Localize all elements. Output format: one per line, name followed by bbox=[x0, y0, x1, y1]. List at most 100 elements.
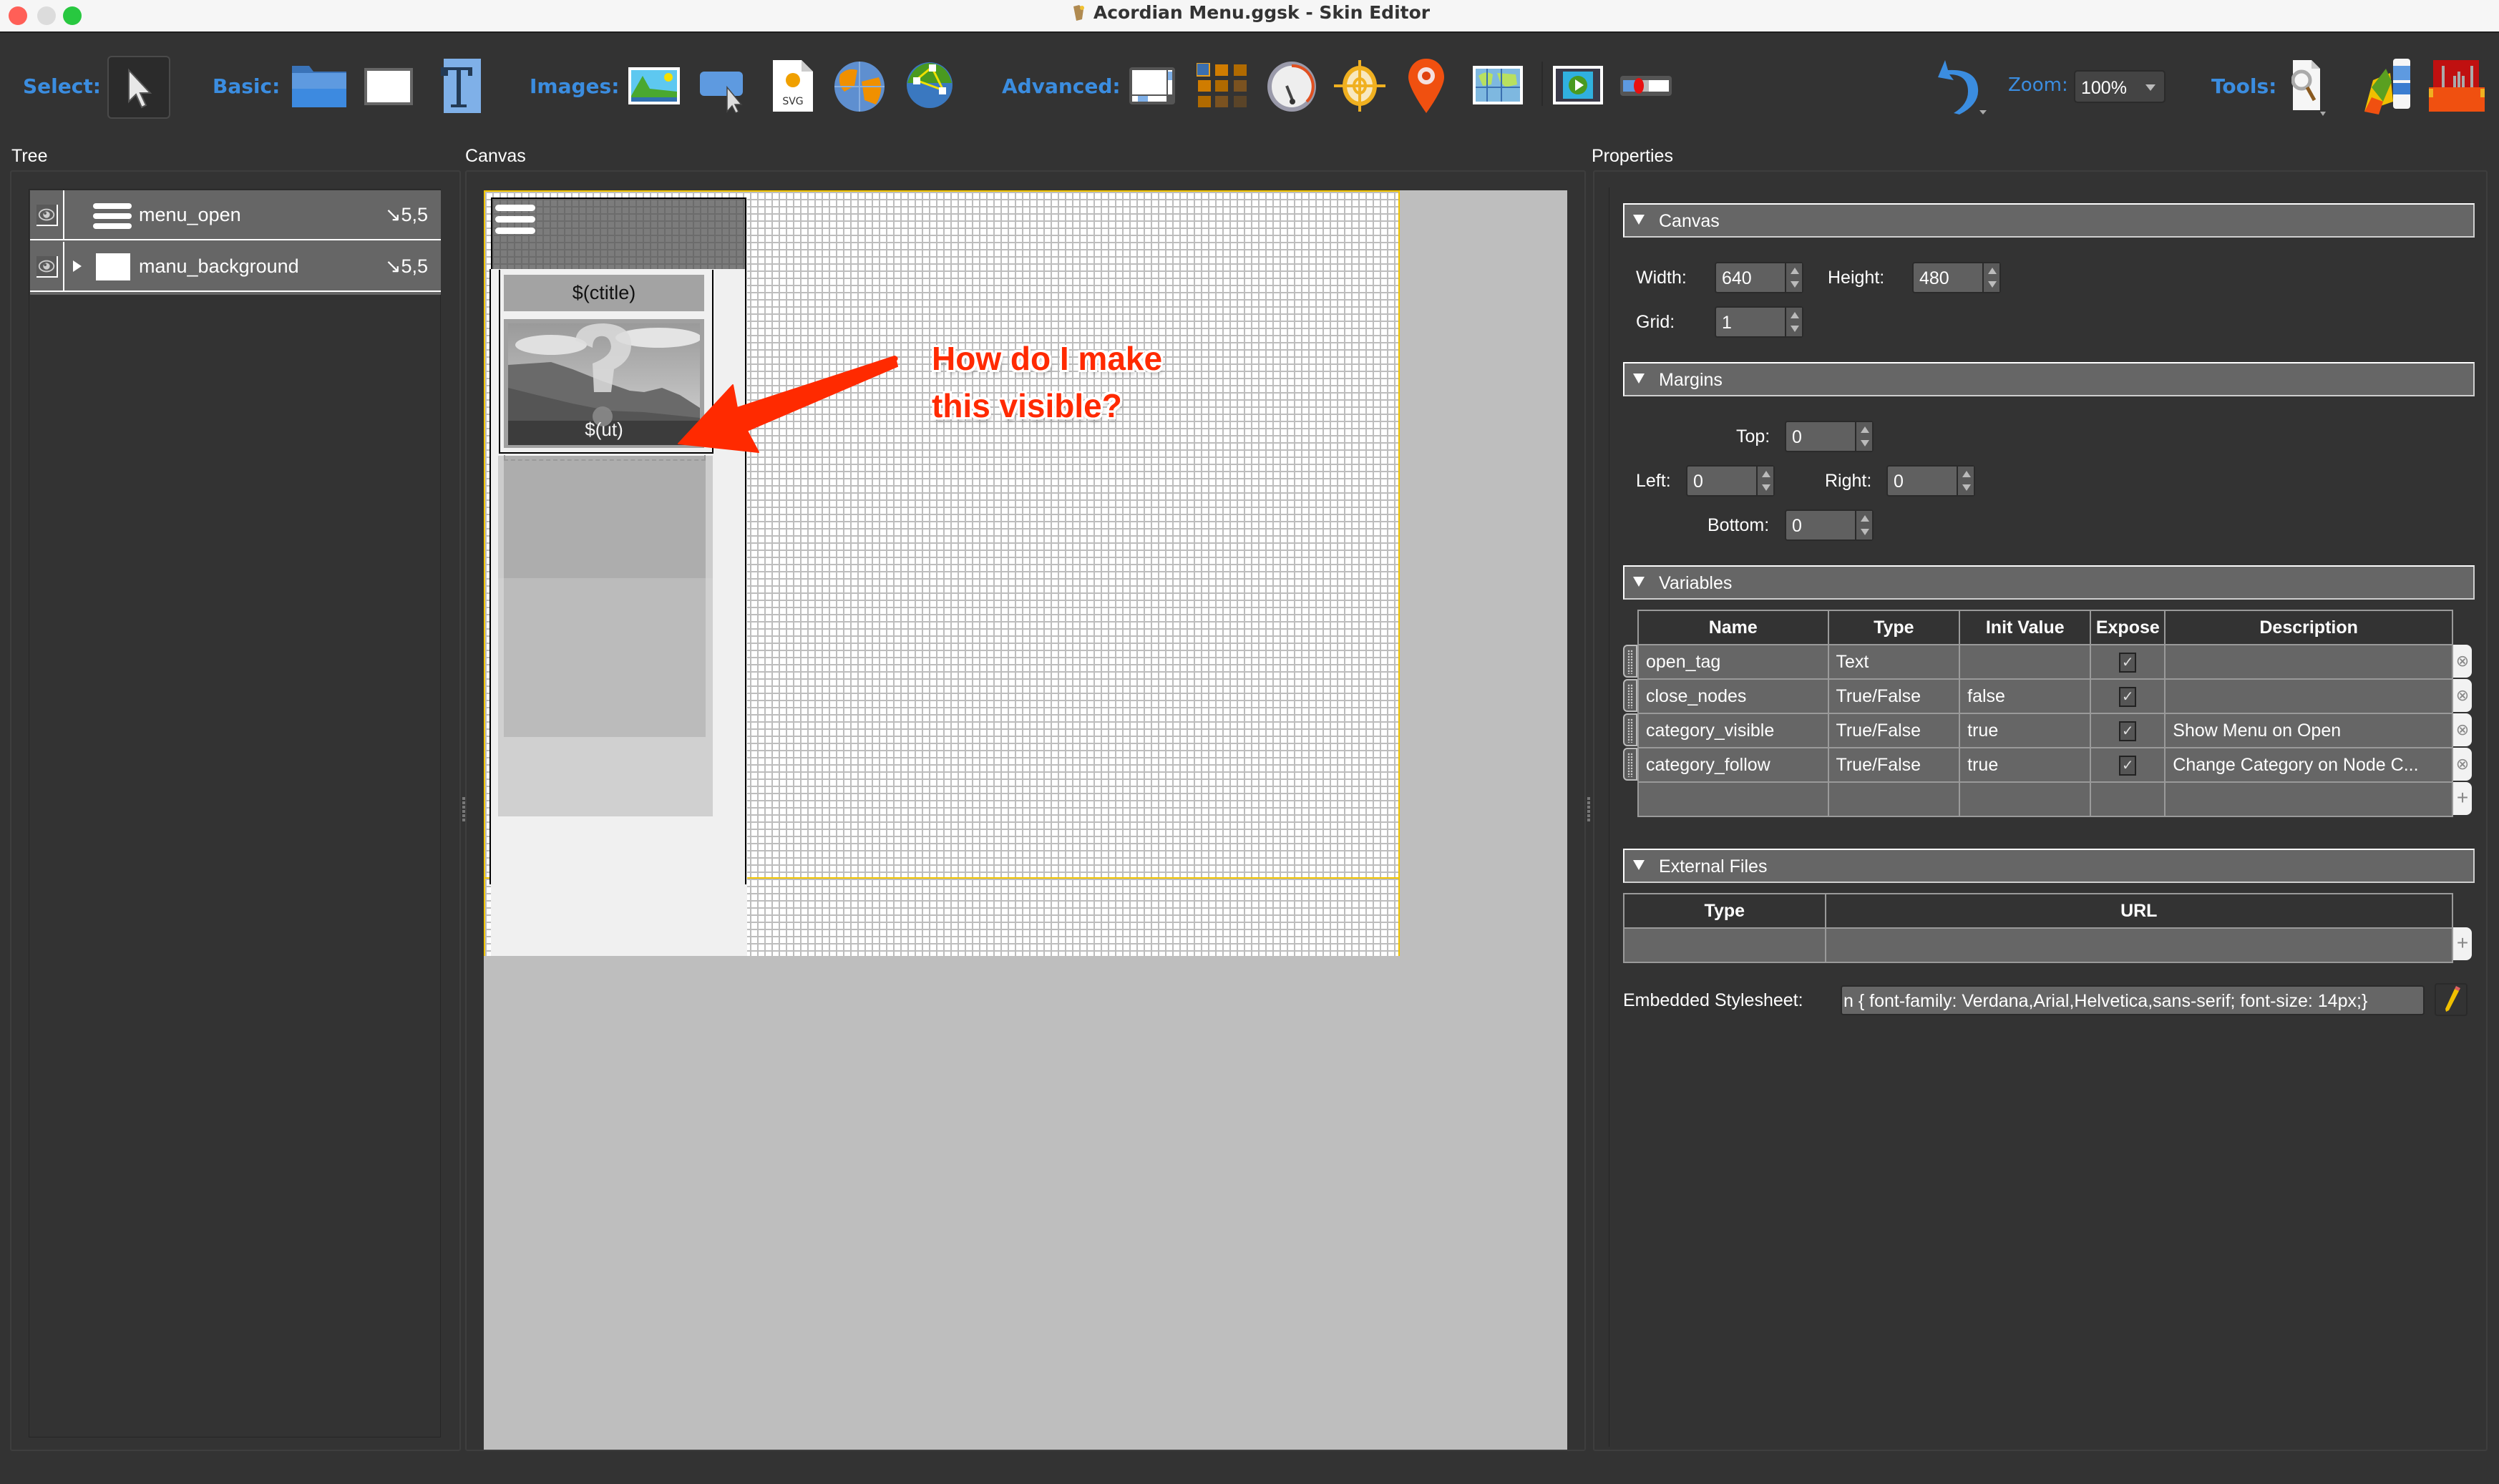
margin-top-stepper[interactable] bbox=[1855, 422, 1872, 451]
column-header[interactable]: Type bbox=[1623, 893, 1826, 929]
tree-item-menu-open[interactable]: menu_open ↘5,5 bbox=[30, 190, 441, 240]
variable-type[interactable]: True/False bbox=[1827, 678, 1961, 714]
rectangle-icon[interactable] bbox=[364, 67, 414, 106]
canvas-section-header[interactable]: Canvas bbox=[1623, 203, 2475, 238]
add-external-file-icon[interactable]: + bbox=[2453, 927, 2472, 960]
variable-row[interactable]: category_follow True/False true ✓ Change… bbox=[1637, 747, 2453, 783]
variable-description[interactable]: Change Category on Node C... bbox=[2164, 747, 2453, 783]
expose-checkbox[interactable]: ✓ bbox=[2119, 721, 2137, 741]
inspect-file-icon[interactable] bbox=[2291, 59, 2349, 116]
eye-icon[interactable] bbox=[36, 256, 58, 278]
delete-row-icon[interactable]: ⊗ bbox=[2453, 679, 2472, 712]
column-header[interactable]: Type bbox=[1827, 610, 1961, 645]
undo-icon[interactable] bbox=[1935, 57, 1988, 117]
width-input[interactable]: 640 bbox=[1715, 262, 1803, 293]
margin-right-stepper[interactable] bbox=[1957, 467, 1974, 495]
variable-description[interactable] bbox=[2164, 678, 2453, 714]
empty-cell[interactable] bbox=[1637, 781, 1829, 817]
drag-handle-icon[interactable] bbox=[1623, 748, 1637, 781]
zoom-select[interactable]: 100% bbox=[2074, 70, 2166, 103]
app-icon bbox=[1069, 4, 1088, 22]
height-stepper[interactable] bbox=[1982, 263, 1999, 292]
scroll-area-icon[interactable] bbox=[1129, 67, 1175, 104]
tree-item-manu-background[interactable]: manu_background ↘5,5 bbox=[30, 242, 441, 292]
grid-input[interactable]: 1 bbox=[1715, 306, 1803, 338]
category-title[interactable]: $(ctitle) bbox=[504, 275, 704, 311]
variable-name[interactable]: close_nodes bbox=[1637, 678, 1829, 714]
column-header[interactable]: Name bbox=[1637, 610, 1829, 645]
color-palette-icon[interactable] bbox=[2362, 59, 2415, 116]
add-variable-icon[interactable]: + bbox=[2453, 782, 2472, 815]
column-header[interactable]: Description bbox=[2164, 610, 2453, 645]
image-icon[interactable] bbox=[628, 67, 680, 104]
column-header[interactable]: Expose bbox=[2090, 610, 2166, 645]
empty-cell[interactable] bbox=[1827, 781, 1961, 817]
margin-left-input[interactable]: 0 bbox=[1686, 465, 1775, 497]
video-icon[interactable] bbox=[1553, 66, 1603, 104]
column-header[interactable]: URL bbox=[1824, 893, 2454, 929]
variable-type[interactable]: Text bbox=[1827, 644, 1961, 680]
variable-init-value[interactable] bbox=[1959, 644, 2092, 680]
select-tool-button[interactable] bbox=[107, 56, 170, 119]
empty-cell[interactable] bbox=[2090, 781, 2166, 817]
drag-handle-icon[interactable] bbox=[1623, 645, 1637, 678]
delete-row-icon[interactable]: ⊗ bbox=[2453, 713, 2472, 746]
splitter-handle[interactable] bbox=[1587, 797, 1590, 823]
toolbox-icon[interactable] bbox=[2429, 60, 2485, 112]
height-input[interactable]: 480 bbox=[1912, 262, 2001, 293]
margin-bottom-stepper[interactable] bbox=[1855, 511, 1872, 540]
empty-cell[interactable] bbox=[2164, 781, 2453, 817]
drag-handle-icon[interactable] bbox=[1623, 713, 1637, 746]
stylesheet-input[interactable]: n { font-family: Verdana,Arial,Helvetica… bbox=[1841, 985, 2425, 1015]
variable-name[interactable]: category_visible bbox=[1637, 713, 1829, 748]
eye-icon[interactable] bbox=[36, 205, 58, 226]
edit-stylesheet-button[interactable] bbox=[2435, 983, 2468, 1016]
grid-stepper[interactable] bbox=[1785, 308, 1802, 336]
variable-description[interactable] bbox=[2164, 644, 2453, 680]
external-file-new-row[interactable] bbox=[1623, 927, 2454, 963]
margins-section-header[interactable]: Margins bbox=[1623, 362, 2475, 396]
timer-icon[interactable] bbox=[1265, 60, 1318, 113]
column-header[interactable]: Init Value bbox=[1959, 610, 2092, 645]
width-stepper[interactable] bbox=[1785, 263, 1802, 292]
expand-arrow-icon[interactable] bbox=[73, 260, 82, 272]
variable-type[interactable]: True/False bbox=[1827, 713, 1961, 748]
empty-cell[interactable] bbox=[1959, 781, 2092, 817]
margin-top-input[interactable]: 0 bbox=[1785, 421, 1874, 452]
toggle-icon[interactable] bbox=[1620, 76, 1672, 96]
delete-row-icon[interactable]: ⊗ bbox=[2453, 748, 2472, 781]
button-icon[interactable] bbox=[698, 70, 749, 113]
polygon-hotspot-icon[interactable] bbox=[906, 62, 953, 109]
margin-left-stepper[interactable] bbox=[1756, 467, 1773, 495]
variable-init-value[interactable]: true bbox=[1959, 713, 2092, 748]
delete-row-icon[interactable]: ⊗ bbox=[2453, 645, 2472, 678]
expose-checkbox[interactable]: ✓ bbox=[2119, 653, 2137, 673]
container-icon[interactable] bbox=[292, 66, 346, 107]
empty-cell[interactable] bbox=[1623, 927, 1826, 963]
svg-icon[interactable]: SVG bbox=[773, 60, 813, 112]
variables-section-header[interactable]: Variables bbox=[1623, 565, 2475, 600]
crosshair-icon[interactable] bbox=[1334, 60, 1385, 112]
variable-row[interactable]: open_tag Text ✓ bbox=[1637, 644, 2453, 680]
map-icon[interactable] bbox=[1473, 66, 1523, 104]
variable-name[interactable]: category_follow bbox=[1637, 747, 1829, 783]
cloner-icon[interactable] bbox=[1197, 63, 1250, 109]
hotspot-globe-icon[interactable] bbox=[833, 60, 886, 113]
margin-right-input[interactable]: 0 bbox=[1886, 465, 1975, 497]
variable-new-row[interactable] bbox=[1637, 781, 2453, 817]
variable-name[interactable]: open_tag bbox=[1637, 644, 1829, 680]
variable-row[interactable]: category_visible True/False true ✓ Show … bbox=[1637, 713, 2453, 748]
variable-init-value[interactable]: true bbox=[1959, 747, 2092, 783]
text-icon[interactable] bbox=[441, 59, 481, 113]
variable-description[interactable]: Show Menu on Open bbox=[2164, 713, 2453, 748]
variable-row[interactable]: close_nodes True/False false ✓ bbox=[1637, 678, 2453, 714]
expose-checkbox[interactable]: ✓ bbox=[2119, 687, 2137, 707]
external-files-section-header[interactable]: External Files bbox=[1623, 849, 2475, 883]
variable-init-value[interactable]: false bbox=[1959, 678, 2092, 714]
empty-cell[interactable] bbox=[1824, 927, 2454, 963]
map-pin-icon[interactable] bbox=[1407, 57, 1446, 114]
margin-bottom-input[interactable]: 0 bbox=[1785, 509, 1874, 541]
variable-type[interactable]: True/False bbox=[1827, 747, 1961, 783]
drag-handle-icon[interactable] bbox=[1623, 679, 1637, 712]
expose-checkbox[interactable]: ✓ bbox=[2119, 756, 2137, 776]
